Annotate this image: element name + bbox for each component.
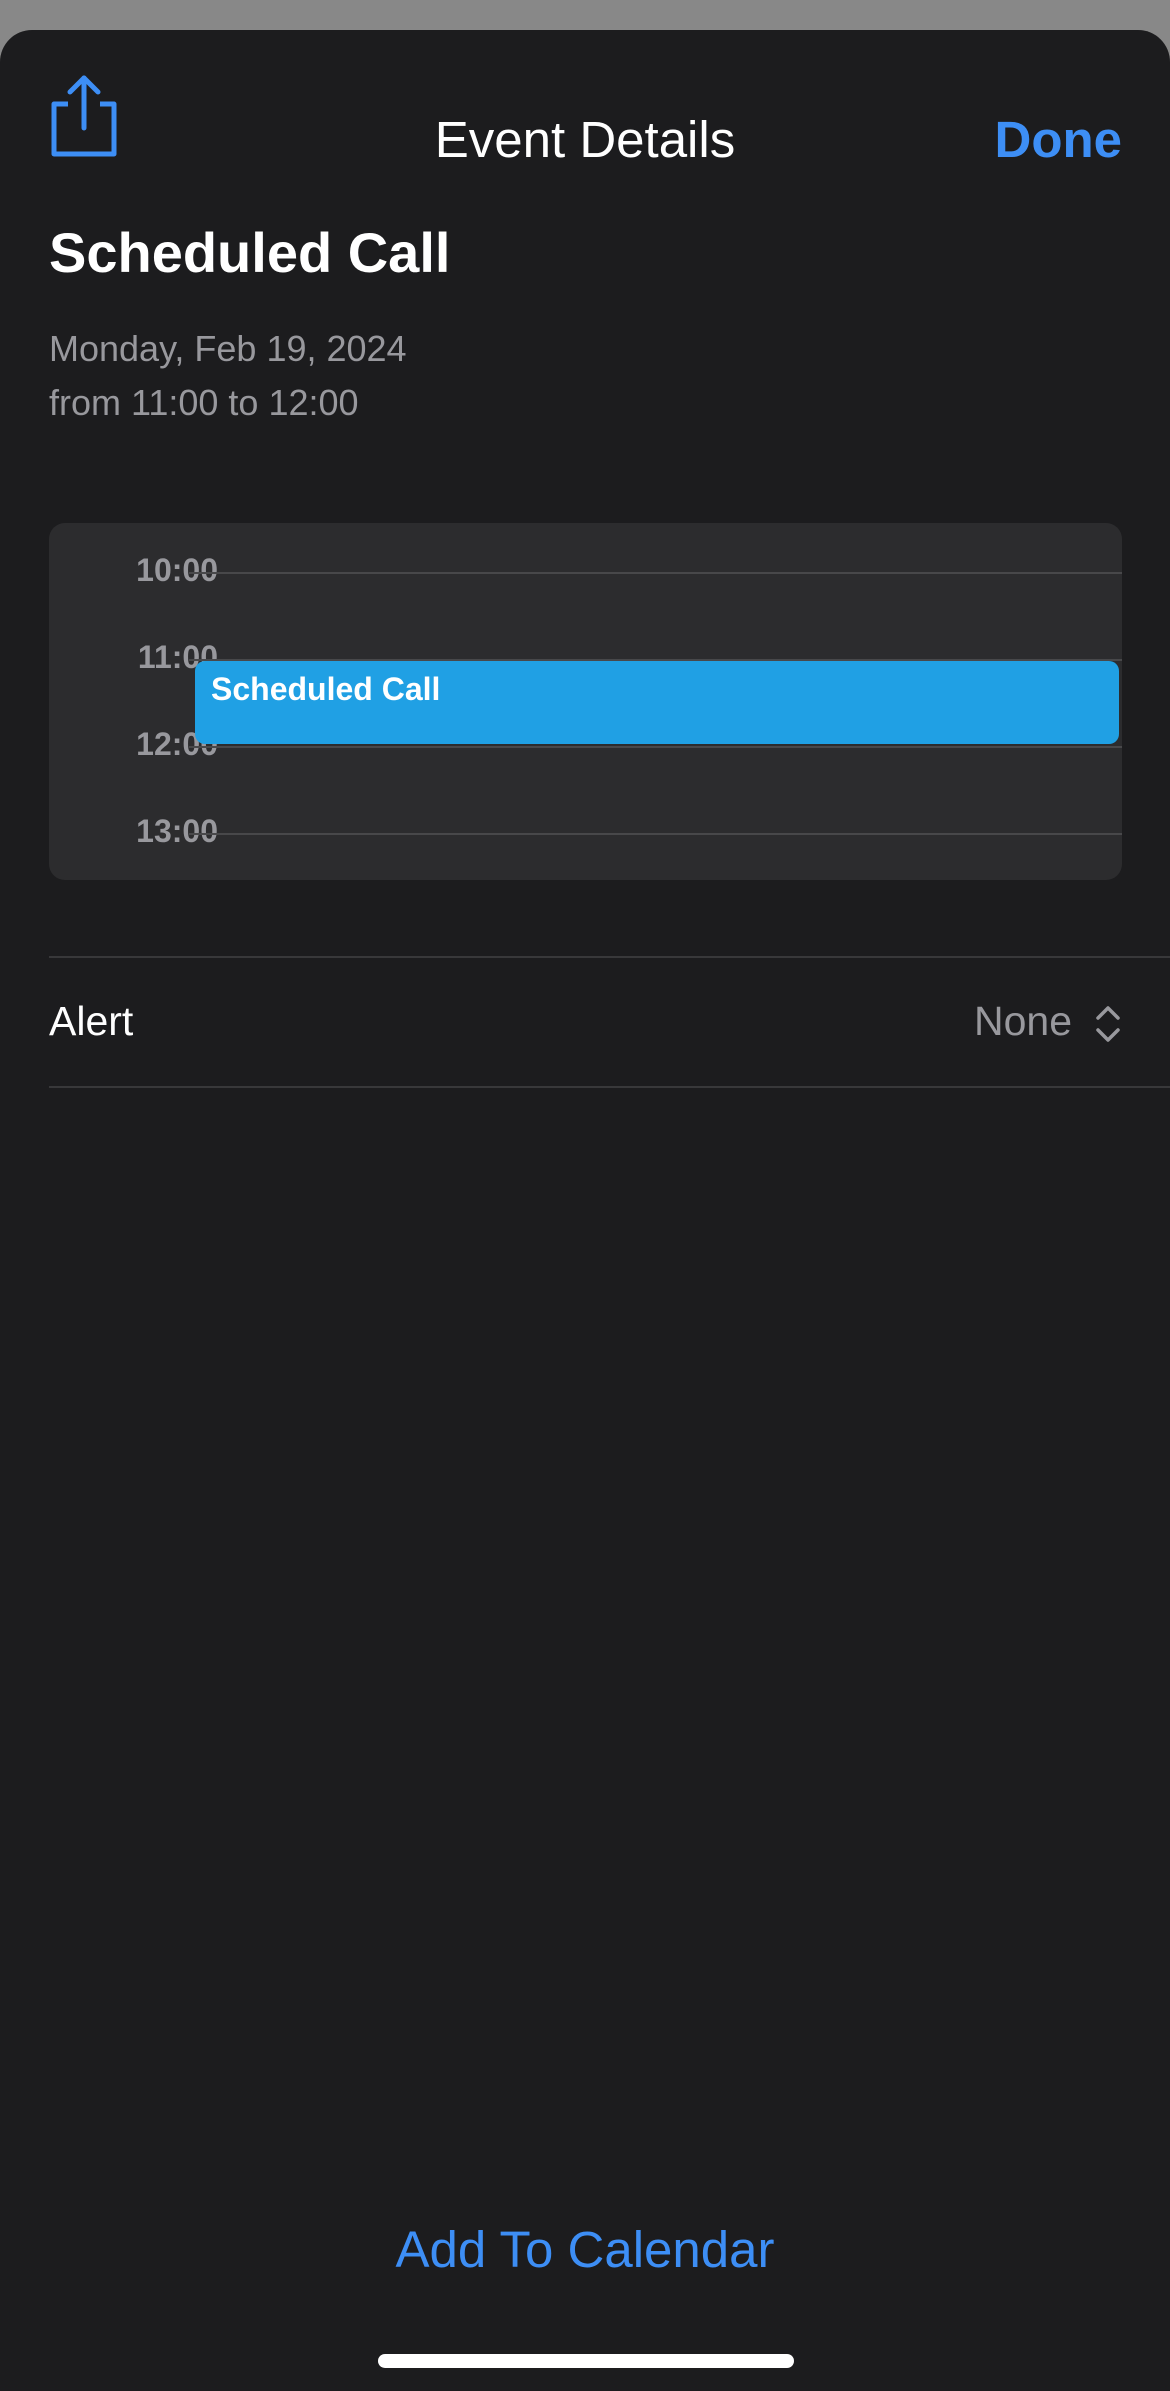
add-to-calendar-button[interactable]: Add To Calendar — [0, 2220, 1170, 2279]
day-timeline-preview: 10:00 11:00 12:00 13:00 Scheduled Call — [49, 523, 1122, 880]
timeline-hour-line — [189, 572, 1122, 574]
timeline-hour-label: 10:00 — [136, 552, 218, 588]
event-date: Monday, Feb 19, 2024 — [49, 328, 407, 369]
done-button[interactable]: Done — [995, 110, 1123, 169]
event-details-sheet: Event Details Done Scheduled Call Monday… — [0, 30, 1170, 2391]
alert-row[interactable]: Alert None — [49, 958, 1122, 1088]
timeline-hour-line — [189, 833, 1122, 835]
timeline-event-block[interactable]: Scheduled Call — [195, 661, 1119, 744]
alert-label: Alert — [49, 998, 134, 1044]
alert-value: None — [973, 998, 1072, 1044]
event-title: Scheduled Call — [49, 221, 451, 284]
timeline-hour-label: 13:00 — [136, 813, 218, 849]
event-time-range: from 11:00 to 12:00 — [49, 382, 359, 423]
chevron-up-down-icon — [1096, 1006, 1120, 1042]
divider-bottom — [49, 1086, 1170, 1088]
timeline-hour-line — [189, 746, 1122, 748]
home-indicator — [378, 2354, 794, 2368]
